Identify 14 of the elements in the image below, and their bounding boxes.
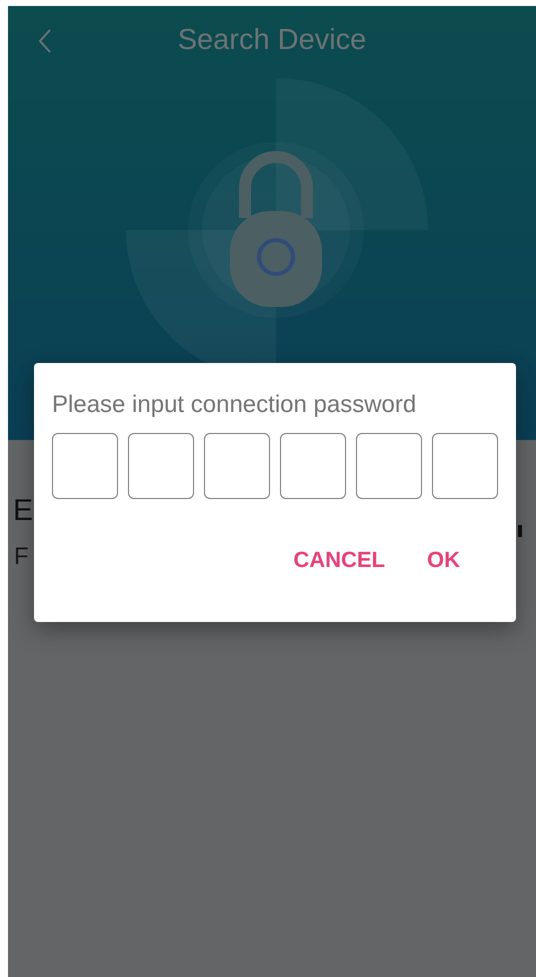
code-box[interactable] (280, 433, 346, 499)
partial-text: E (13, 496, 34, 526)
code-box[interactable] (52, 433, 118, 499)
code-box[interactable] (356, 433, 422, 499)
vertical-bar (518, 525, 522, 537)
ok-button[interactable]: OK (427, 546, 460, 574)
dialog-title: Please input connection password (52, 390, 418, 420)
back-icon (38, 28, 52, 54)
partial-text: F (14, 544, 29, 570)
code-box[interactable] (432, 433, 498, 499)
code-box[interactable] (204, 433, 270, 499)
cancel-button[interactable]: CANCEL (293, 546, 385, 574)
page-title: Search Device (178, 23, 366, 58)
code-box[interactable] (128, 433, 194, 499)
